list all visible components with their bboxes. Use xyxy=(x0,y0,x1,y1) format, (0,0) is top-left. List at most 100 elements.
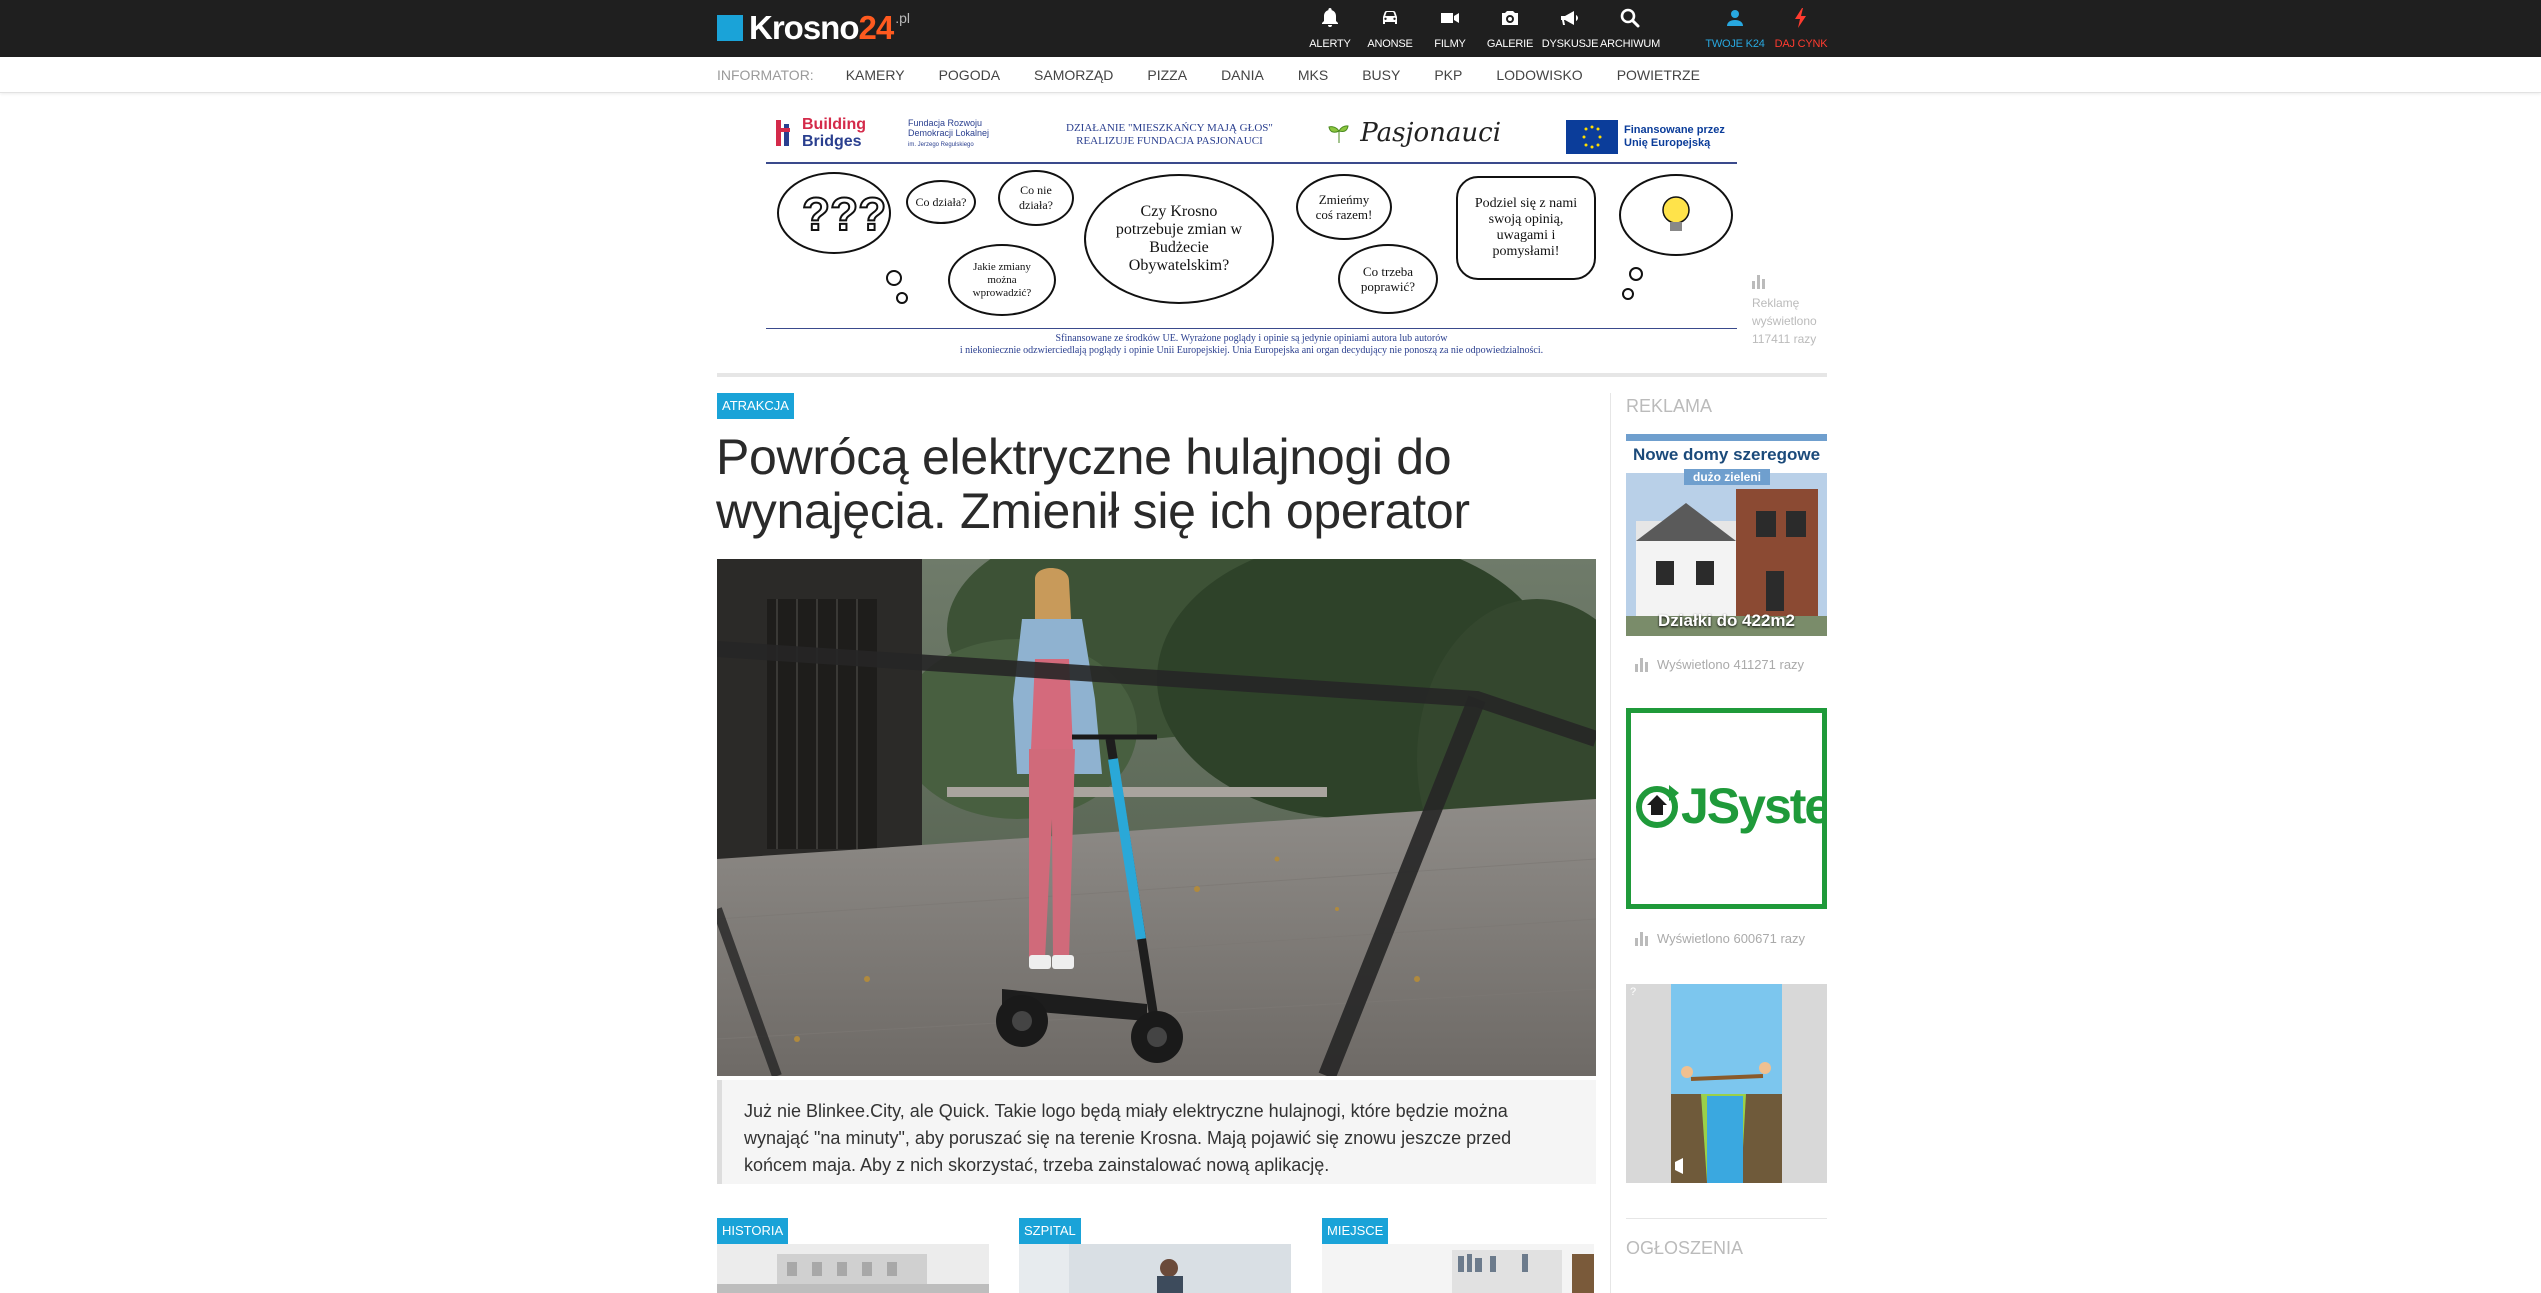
nav-anonse[interactable]: ANONSE xyxy=(1360,6,1420,52)
eu-line2: Unię Europejską xyxy=(1624,137,1711,149)
bar-chart-icon xyxy=(1752,275,1765,289)
car-icon xyxy=(1383,11,1397,24)
bubble-jakie-zmiany: Jakie zmiany można wprowadzić? xyxy=(948,244,1056,316)
ad-domy-views: Wyświetlono 411271 razy xyxy=(1635,657,1804,672)
article-title[interactable]: Powrócą elektryczne hulajnogi do wynajęc… xyxy=(716,430,1596,538)
user-nav: TWOJE K24 DAJ CYNK xyxy=(1702,6,1834,52)
banner-footer-line1: Sfinansowane ze środków UE. Wyrażone pog… xyxy=(1055,333,1448,344)
nav-filmy-label: FILMY xyxy=(1434,38,1466,50)
nav-archiwum-label: ARCHIWUM xyxy=(1600,38,1661,50)
ad-domy-title: Nowe domy szeregowe xyxy=(1632,445,1821,464)
nav-twoje-k24-label: TWOJE K24 xyxy=(1705,38,1765,50)
game-video-thumbnail xyxy=(1671,984,1782,1183)
bubble-zmienmy: Zmieńmy coś razem! xyxy=(1296,174,1392,240)
informator-item-kamery[interactable]: KAMERY xyxy=(846,67,905,83)
top-navigation-bar: Krosno 24 .pl ALERTY ANONSE FILMY GALERI… xyxy=(0,0,2541,57)
banner-disclaimer: Sfinansowane ze środków UE. Wyrażone pog… xyxy=(766,328,1737,357)
top-banner-ad[interactable]: Building Bridges Fundacja Rozwoju Demokra… xyxy=(766,108,1737,358)
informator-item-mks[interactable]: MKS xyxy=(1298,67,1328,83)
banner-divider xyxy=(717,373,1827,377)
pasjonauci-logo: Pasjonauci xyxy=(1326,118,1501,148)
fundacja-logo: Fundacja Rozwoju Demokracji Lokalnej im.… xyxy=(892,118,1002,150)
nav-daj-cynk-label: DAJ CYNK xyxy=(1774,38,1828,50)
site-logo[interactable]: Krosno 24 .pl xyxy=(717,9,911,46)
nav-twoje-k24[interactable]: TWOJE K24 xyxy=(1702,6,1768,52)
nav-dyskusje[interactable]: DYSKUSJE xyxy=(1540,6,1600,52)
jsystem-logo-icon xyxy=(1636,785,1679,828)
article-lead: Już nie Blinkee.City, ale Quick. Takie l… xyxy=(717,1080,1596,1184)
eu-flag-icon xyxy=(1566,120,1618,154)
informator-item-pogoda[interactable]: POGODA xyxy=(939,67,1000,83)
ad-jsystem-views: Wyświetlono 600671 razy xyxy=(1635,931,1805,946)
informator-item-busy[interactable]: BUSY xyxy=(1362,67,1400,83)
related-thumb-miejsce[interactable] xyxy=(1322,1244,1594,1293)
ad-info-badge[interactable]: ? xyxy=(1630,986,1636,998)
sidebar-ad-domy[interactable]: Nowe domy szeregowe dużo zieleni Działki… xyxy=(1626,434,1827,636)
bb-line1: Building xyxy=(802,116,866,133)
main-nav: ALERTY ANONSE FILMY GALERIE DYSKUSJE ARC… xyxy=(1300,6,1660,52)
megaphone-icon xyxy=(1561,11,1578,25)
bubble-podziel-sie: Podziel się z nami swoją opinią, uwagami… xyxy=(1456,176,1596,280)
banner-header: Building Bridges Fundacja Rozwoju Demokra… xyxy=(766,108,1737,164)
ad-jsystem-views-text: Wyświetlono 600671 razy xyxy=(1657,931,1806,946)
svg-text:???: ??? xyxy=(802,188,886,240)
related-tag-szpital[interactable]: SZPITAL xyxy=(1019,1218,1081,1244)
logo-name: Krosno xyxy=(749,9,859,46)
related-thumb-szpital[interactable] xyxy=(1019,1244,1291,1293)
eu-line1: Finansowane przez xyxy=(1624,124,1725,136)
fundacja-name: Fundacja Rozwoju Demokracji Lokalnej xyxy=(908,118,990,138)
bubble-co-trzeba: Co trzeba poprawić? xyxy=(1338,244,1438,314)
sidebar-separator xyxy=(1626,1218,1827,1219)
informator-item-lodowisko[interactable]: LODOWISKO xyxy=(1496,67,1582,83)
article-category-tag[interactable]: ATRAKCJA xyxy=(717,393,794,419)
informator-item-pkp[interactable]: PKP xyxy=(1434,67,1462,83)
banner-center-line1: DZIAŁANIE "MIESZKAŃCY MAJĄ GŁOS" xyxy=(1066,122,1273,134)
informator-bar: INFORMATOR: KAMERY POGODA SAMORZĄD PIZZA… xyxy=(0,57,2541,93)
ad-domy-views-text: Wyświetlono 411271 razy xyxy=(1657,657,1805,672)
informator-item-pizza[interactable]: PIZZA xyxy=(1147,67,1187,83)
ad-domy-bottom: Działki do 422m2 xyxy=(1657,611,1795,630)
logo-square-icon xyxy=(717,15,743,41)
banner-center-line2: REALIZUJE FUNDACJA PASJONAUCI xyxy=(1076,135,1263,147)
banner-views-counter: Reklamę wyświetlono 117411 razy xyxy=(1752,275,1832,348)
question-marks-bubble-icon: ??? xyxy=(777,172,908,304)
bubble-czy-krosno: Czy Krosno potrzebuje zmian w Budżecie O… xyxy=(1084,174,1274,304)
informator-label: INFORMATOR: xyxy=(717,67,814,83)
nav-filmy[interactable]: FILMY xyxy=(1420,6,1480,52)
nav-galerie[interactable]: GALERIE xyxy=(1480,6,1540,52)
sprout-icon xyxy=(1328,125,1349,143)
bar-chart-icon xyxy=(1635,931,1648,946)
bar-chart-icon xyxy=(1635,657,1648,672)
related-tag-historia[interactable]: HISTORIA xyxy=(717,1218,789,1244)
bell-icon xyxy=(1322,8,1338,27)
sidebar-reklama-label: REKLAMA xyxy=(1626,396,1713,416)
informator-item-dania[interactable]: DANIA xyxy=(1221,67,1264,83)
logo-tld: .pl xyxy=(895,10,911,26)
ad-domy-pill: dużo zieleni xyxy=(1684,469,1770,485)
sidebar-ad-game[interactable]: ? xyxy=(1626,984,1827,1183)
bb-line2: Bridges xyxy=(802,133,862,150)
lightbulb-bubble-icon xyxy=(1619,174,1733,300)
related-thumb-historia[interactable] xyxy=(717,1244,989,1293)
banner-center-text: DZIAŁANIE "MIESZKAŃCY MAJĄ GŁOS" REALIZU… xyxy=(1066,122,1273,148)
article-hero-image[interactable] xyxy=(717,559,1596,1076)
ad-jsystem-brand: JSystem xyxy=(1681,778,1822,834)
informator-item-powietrze[interactable]: POWIETRZE xyxy=(1617,67,1700,83)
nav-alerty[interactable]: ALERTY xyxy=(1300,6,1360,52)
fundacja-sub: im. Jerzego Regulskiego xyxy=(908,142,974,148)
related-tag-miejsce[interactable]: MIEJSCE xyxy=(1322,1218,1389,1244)
nav-daj-cynk[interactable]: DAJ CYNK xyxy=(1768,6,1834,52)
sidebar-divider xyxy=(1610,393,1611,1293)
photo-camera-icon xyxy=(1502,11,1518,25)
sidebar-ogloszenia-label: OGŁOSZENIA xyxy=(1626,1238,1744,1258)
bubble-co-dziala: Co działa? xyxy=(906,180,976,224)
nav-alerty-label: ALERTY xyxy=(1309,38,1351,50)
scooter-photo xyxy=(717,559,1596,1076)
informator-item-samorzad[interactable]: SAMORZĄD xyxy=(1034,67,1113,83)
nav-archiwum[interactable]: ARCHIWUM xyxy=(1600,6,1660,52)
sidebar-ad-jsystem[interactable]: JSystem xyxy=(1626,708,1827,909)
lightning-icon xyxy=(1795,8,1806,28)
banner-views-text: Reklamę wyświetlono 117411 razy xyxy=(1752,296,1817,346)
logo-number: 24 xyxy=(858,9,895,46)
search-icon xyxy=(1620,8,1640,28)
